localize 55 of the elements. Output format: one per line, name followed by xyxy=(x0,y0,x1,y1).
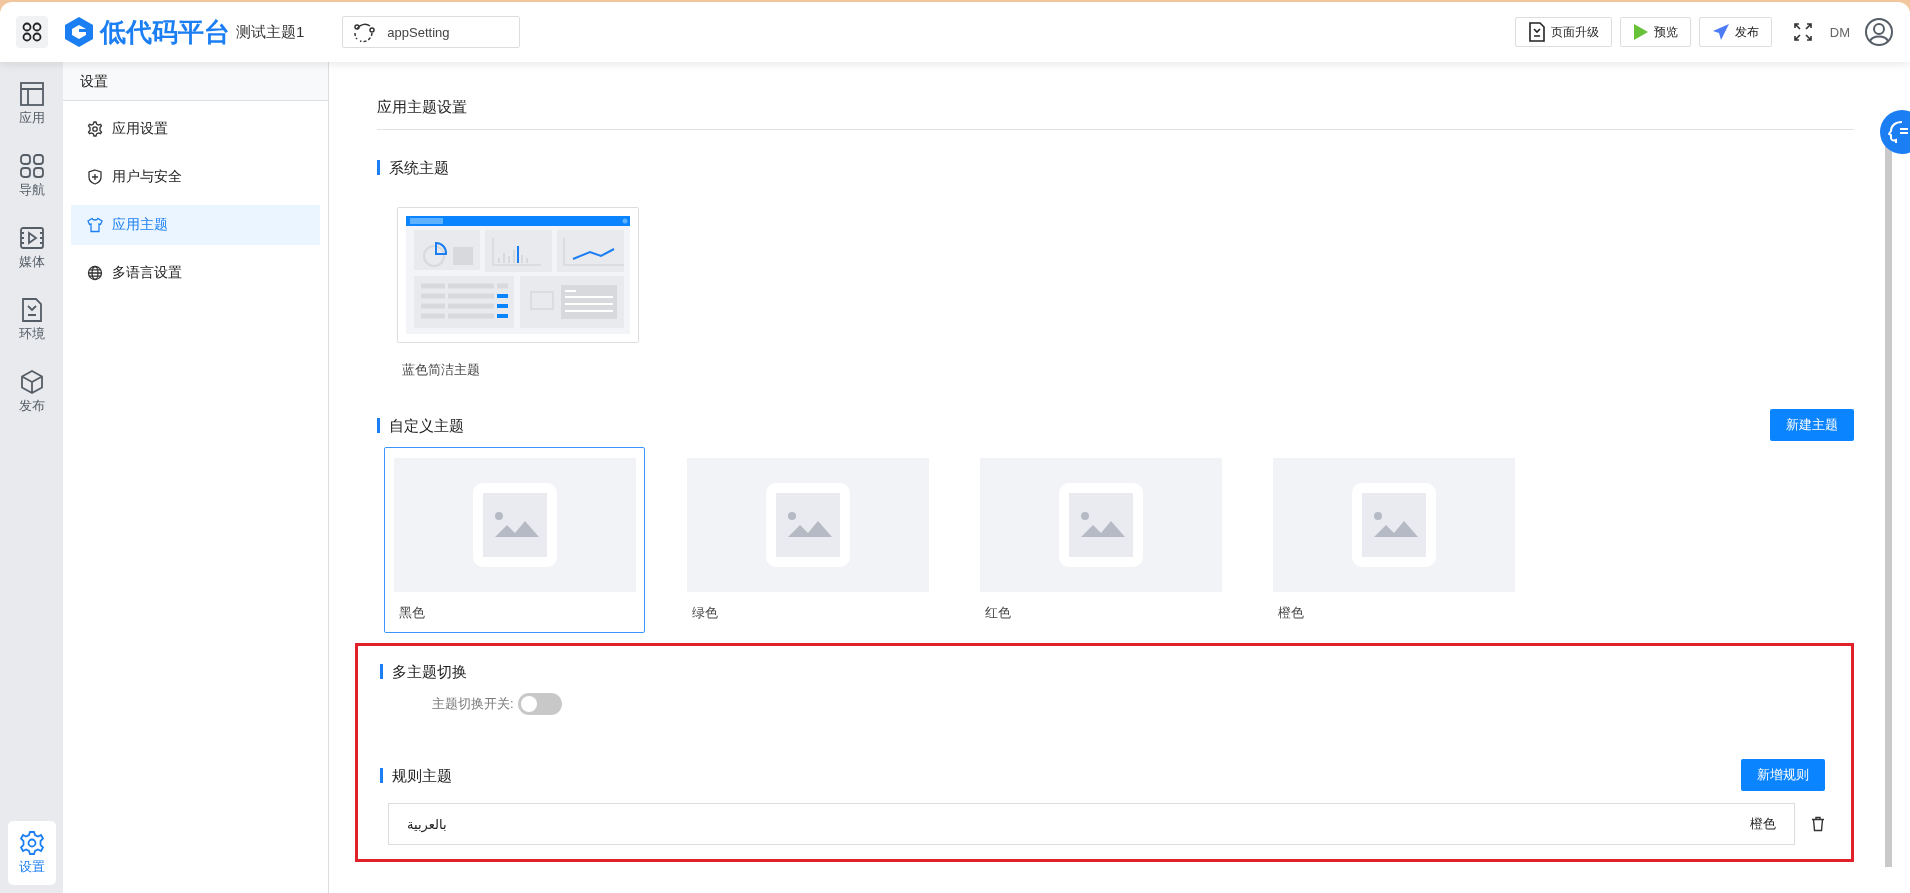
apps-menu-button[interactable] xyxy=(16,16,48,48)
rail-item[interactable]: 发布 xyxy=(7,360,56,424)
platform-name: 低代码平台 xyxy=(100,15,230,49)
image-placeholder-icon xyxy=(1352,483,1436,567)
sidebar-title: 设置 xyxy=(63,62,328,101)
globe-icon xyxy=(87,265,103,281)
theme-preview-drawing[interactable] xyxy=(397,207,639,343)
rule-theme: 橙色 xyxy=(1750,815,1776,833)
rail-item[interactable]: 导航 xyxy=(7,144,56,208)
rail-item[interactable]: 媒体 xyxy=(7,216,56,280)
logo-icon xyxy=(64,16,94,48)
assistant-icon xyxy=(1888,119,1910,145)
cube-icon xyxy=(18,369,45,395)
section-title: 系统主题 xyxy=(377,160,449,175)
page-upgrade-button[interactable]: 页面升级 xyxy=(1514,17,1612,47)
page-title: 应用主题设置 xyxy=(377,98,1854,130)
shirt-icon xyxy=(87,217,103,233)
image-placeholder-icon xyxy=(766,483,850,567)
paper-plane-icon xyxy=(1711,23,1730,41)
play-icon xyxy=(1632,23,1649,41)
rail-item[interactable]: 设置 xyxy=(7,821,56,885)
section-title: 规则主题 xyxy=(380,767,452,783)
theme-switch[interactable] xyxy=(517,693,562,715)
preview-button[interactable]: 预览 xyxy=(1619,17,1691,47)
grid-icon xyxy=(18,153,45,179)
switch-label: 主题切换开关: xyxy=(432,695,514,713)
project-name: 测试主题1 xyxy=(236,22,305,42)
section-title: 自定义主题 xyxy=(377,417,464,433)
settings-icon xyxy=(18,830,45,856)
trash-icon[interactable] xyxy=(1811,816,1825,832)
sidebar-item[interactable]: 用户与安全 xyxy=(71,157,320,197)
theme-name: 蓝色简洁主题 xyxy=(402,361,481,379)
layout-icon xyxy=(18,81,45,107)
document-download-icon xyxy=(1527,22,1546,42)
apps-icon xyxy=(20,20,44,44)
sidebar-item[interactable]: 应用主题 xyxy=(71,205,320,245)
rail-item[interactable]: 应用 xyxy=(7,72,56,136)
user-avatar-icon[interactable] xyxy=(1864,17,1894,47)
user-initials: DM xyxy=(1829,24,1850,40)
sidebar-item[interactable]: 多语言设置 xyxy=(71,253,320,293)
new-theme-button[interactable]: 新建主题 xyxy=(1770,409,1854,441)
fullscreen-icon[interactable] xyxy=(1793,23,1812,41)
rail-item[interactable]: 环境 xyxy=(7,288,56,352)
publish-button[interactable]: 发布 xyxy=(1698,17,1772,47)
sidebar-item[interactable]: 应用设置 xyxy=(71,109,320,149)
rule-condition: بالعربية xyxy=(407,816,447,832)
film-icon xyxy=(18,225,45,251)
section-title: 多主题切换 xyxy=(380,664,467,679)
theme-card[interactable]: 黑色 xyxy=(384,447,645,633)
add-rule-button[interactable]: 新增规则 xyxy=(1741,759,1825,791)
shield-icon xyxy=(87,169,103,185)
page-selector[interactable]: appSetting xyxy=(342,16,521,48)
image-placeholder-icon xyxy=(473,483,557,567)
image-placeholder-icon xyxy=(1059,483,1143,567)
gear-icon xyxy=(87,121,103,137)
